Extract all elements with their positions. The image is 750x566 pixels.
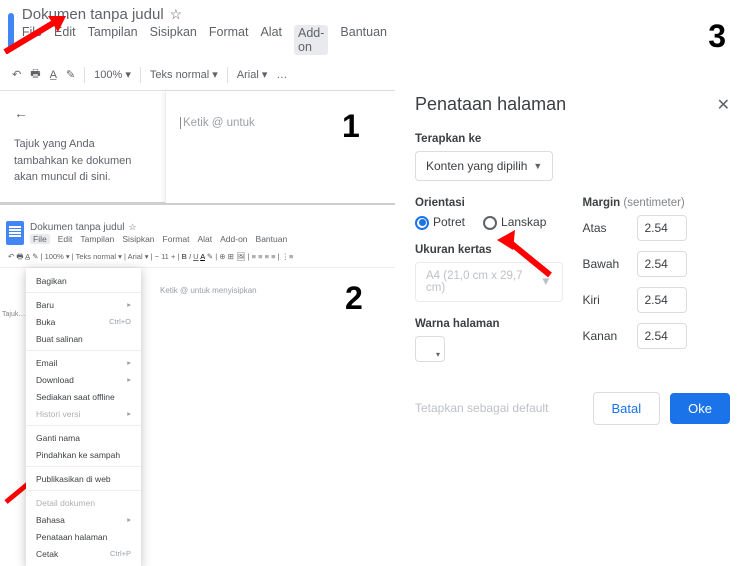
ok-button[interactable]: Oke [670, 393, 730, 424]
file-menu-item[interactable]: BukaCtrl+O [26, 313, 141, 330]
menu-bar: File Edit Tampilan Sisipkan Format Alat Add-on… [22, 25, 387, 55]
file-menu-item: Histori versi▸ [26, 405, 141, 422]
paint-format-icon[interactable]: ✎ [66, 68, 75, 81]
page-setup-dialog: 3 Penataan halaman ✕ Terapkan ke Konten … [395, 0, 750, 500]
file-menu-dropdown: Bagikan Baru▸BukaCtrl+OBuat salinan Email▸… [26, 268, 141, 566]
annotation-number-1: 1 [342, 108, 360, 145]
print-icon[interactable]: 🖶 [30, 65, 40, 84]
menu-format[interactable]: Format [163, 234, 190, 244]
file-menu-item[interactable]: Bagikan [26, 272, 141, 289]
menu-add-on[interactable]: Add-on [220, 234, 247, 244]
cancel-button[interactable]: Batal [593, 392, 661, 425]
spellcheck-icon[interactable]: A̲ [50, 69, 57, 81]
margin-input-kiri[interactable] [637, 287, 687, 313]
doc-title[interactable]: Dokumen tanpa judul [30, 222, 125, 233]
menu-format[interactable]: Format [209, 25, 249, 55]
outline-hint: Tajuk… [2, 310, 28, 319]
page-color-label: Warna halaman [415, 318, 563, 330]
menu-alat[interactable]: Alat [260, 25, 282, 55]
annotation-number-2: 2 [345, 280, 363, 317]
margin-inputs: Atas Bawah Kiri Kanan [583, 215, 731, 349]
file-menu-item[interactable]: Sediakan saat offline [26, 388, 141, 405]
paper-size-select[interactable]: A4 (21,0 cm x 29,7 cm)▼ [415, 262, 563, 302]
file-menu-item[interactable]: Baru▸ [26, 296, 141, 313]
margin-input-atas[interactable] [637, 215, 687, 241]
menu-sisipkan[interactable]: Sisipkan [122, 234, 154, 244]
outline-collapse-icon[interactable]: ← [14, 103, 151, 124]
file-menu-item[interactable]: Buat salinan [26, 330, 141, 347]
apply-to-select[interactable]: Konten yang dipilih▼ [415, 151, 553, 181]
file-menu-item[interactable]: Publikasikan di web [26, 470, 141, 487]
file-menu-item[interactable]: Penataan halaman [26, 528, 141, 545]
docs-app-icon[interactable] [8, 13, 14, 49]
file-menu-item[interactable]: Email▸ [26, 354, 141, 371]
undo-icon[interactable]: ↶ [12, 68, 21, 81]
margin-label-kanan: Kanan [583, 329, 627, 343]
more-icon[interactable]: … [276, 69, 287, 81]
screenshot-step-2: Dokumen tanpa judul ☆ File Edit Tampilan Si… [0, 218, 395, 488]
star-icon[interactable]: ☆ [170, 6, 183, 23]
close-icon[interactable]: ✕ [717, 95, 730, 115]
margin-input-bawah[interactable] [637, 251, 687, 277]
menu-bar: File Edit Tampilan Sisipkan Format Alat Add-on… [30, 234, 287, 244]
style-select[interactable]: Teks normal ▾ [150, 68, 218, 81]
menu-tampilan[interactable]: Tampilan [80, 234, 114, 244]
menu-sisipkan[interactable]: Sisipkan [150, 25, 197, 55]
orientation-portrait-radio[interactable]: Potret [415, 215, 465, 230]
file-menu-item[interactable]: Download▸ [26, 371, 141, 388]
dialog-title: Penataan halaman [415, 94, 566, 115]
file-menu-item[interactable]: Pindahkan ke sampah [26, 446, 141, 463]
menu-file[interactable]: File [22, 25, 42, 55]
docs-app-icon[interactable] [6, 221, 24, 245]
font-select[interactable]: Arial ▾ [237, 68, 268, 81]
menu-bantuan[interactable]: Bantuan [256, 234, 288, 244]
menu-alat[interactable]: Alat [197, 234, 212, 244]
page-color-swatch[interactable]: ▾ [415, 336, 445, 362]
file-menu-item[interactable]: Ganti nama [26, 429, 141, 446]
star-icon[interactable]: ☆ [129, 222, 137, 233]
apply-to-label: Terapkan ke [415, 133, 730, 145]
menu-add-on[interactable]: Add-on [294, 25, 328, 55]
outline-hint: Tajuk yang Anda tambahkan ke dokumen aka… [14, 138, 131, 183]
annotation-number-3: 3 [708, 18, 726, 55]
margin-input-kanan[interactable] [637, 323, 687, 349]
set-default-link[interactable]: Tetapkan sebagai default [415, 401, 548, 415]
outline-pane: ← Tajuk yang Anda tambahkan ke dokumen a… [0, 91, 165, 203]
margin-label-kiri: Kiri [583, 293, 627, 307]
margin-label-atas: Atas [583, 221, 627, 235]
screenshot-step-1: Dokumen tanpa judul ☆ File Edit Tampilan Si… [0, 0, 395, 205]
toolbar: ↶ 🖶 A̲ ✎ | 100% ▾ | Teks normal ▾ | Aria… [0, 248, 395, 268]
toolbar: ↶ 🖶 A̲ ✎ 100% ▾ Teks normal ▾ Arial ▾ … [0, 59, 395, 91]
menu-bantuan[interactable]: Bantuan [340, 25, 387, 55]
paper-size-label: Ukuran kertas [415, 244, 563, 256]
menu-edit[interactable]: Edit [58, 234, 73, 244]
menu-tampilan[interactable]: Tampilan [88, 25, 138, 55]
margin-label: Margin (sentimeter) [583, 197, 731, 209]
doc-title[interactable]: Dokumen tanpa judul [22, 6, 164, 23]
zoom-select[interactable]: 100% ▾ [94, 68, 131, 81]
orientation-label: Orientasi [415, 197, 563, 209]
document-page[interactable]: Ketik @ untuk [165, 91, 395, 203]
file-menu-item[interactable]: Bahasa▸ [26, 511, 141, 528]
orientation-landscape-radio[interactable]: Lanskap [483, 215, 546, 230]
file-menu-item[interactable]: CetakCtrl+P [26, 545, 141, 562]
margin-label-bawah: Bawah [583, 257, 627, 271]
file-menu-item: Detail dokumen [26, 494, 141, 511]
menu-edit[interactable]: Edit [54, 25, 76, 55]
menu-file[interactable]: File [30, 234, 50, 244]
